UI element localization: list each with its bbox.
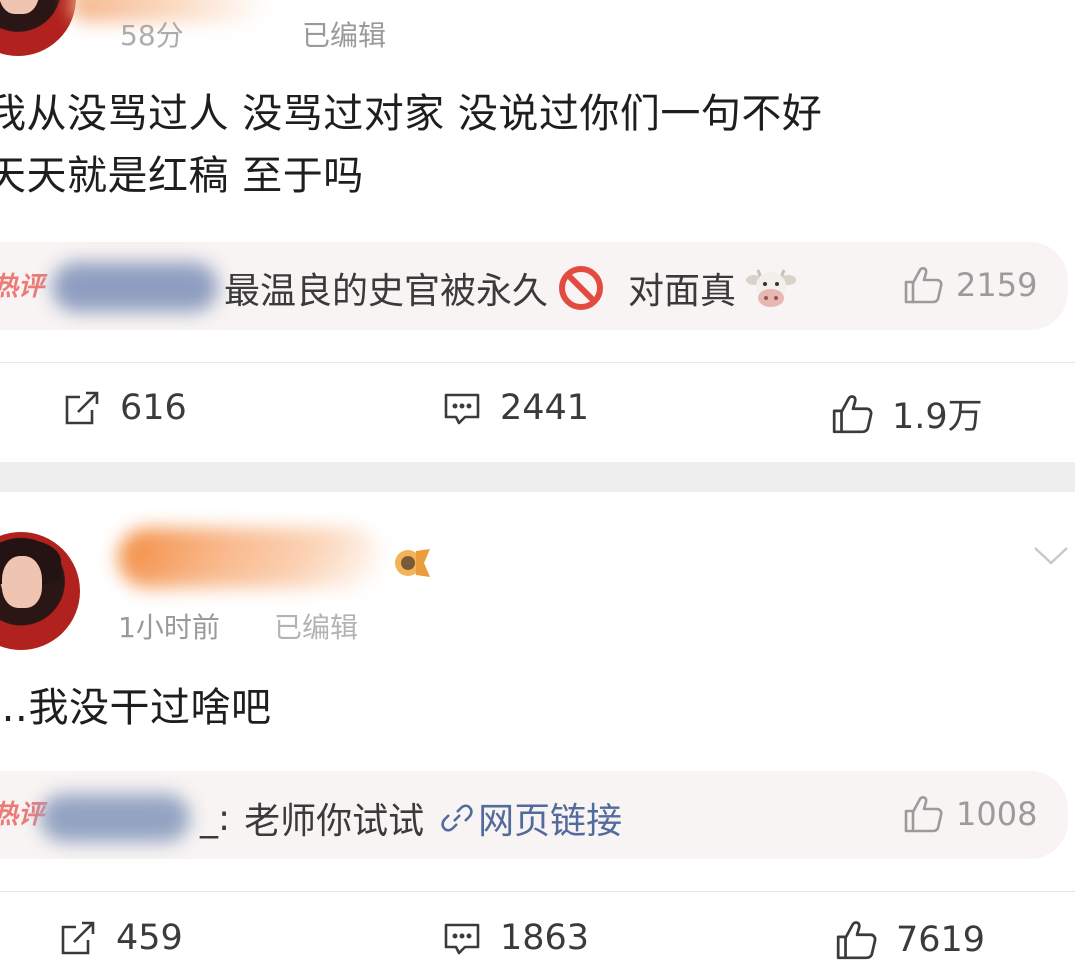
comment-icon [442, 918, 482, 958]
post1-like-button[interactable]: 1.9万 [830, 388, 983, 439]
post1-comment-count: 2441 [500, 388, 590, 428]
post2-divider [0, 891, 1075, 892]
post1-hot-like-count: 2159 [956, 266, 1038, 304]
post2-hot-like-count: 1008 [956, 795, 1038, 833]
post1-divider [0, 362, 1075, 363]
post1-edited-label: 已编辑 [302, 19, 387, 52]
post1-hot-commenter-blurred[interactable] [52, 262, 218, 312]
post2-web-link[interactable]: 网页链接 [440, 792, 622, 844]
thumbs-up-icon [830, 392, 874, 436]
post2-like-button[interactable]: 7619 [834, 918, 985, 962]
post2-hot-commenter-blurred[interactable] [40, 794, 190, 842]
post1-body-line-1: 我从没骂过人 没骂过对家 没说过你们一句不好 [0, 91, 823, 137]
post2-share-button[interactable]: 459 [58, 918, 183, 958]
post1-comment-button[interactable]: 2441 [442, 388, 589, 428]
post2-like-count: 7619 [896, 920, 986, 960]
vip-badge-icon [390, 543, 432, 583]
post1-hot-tag: 热评 [0, 272, 45, 302]
post2-comment-button[interactable]: 1863 [442, 918, 589, 958]
chevron-down-icon[interactable] [1032, 544, 1070, 568]
thumbs-up-icon [834, 918, 878, 962]
post2-username-blurred[interactable] [118, 528, 380, 588]
post1-hot-comment-text-after: 对面真 [628, 271, 737, 312]
post1-hot-like[interactable]: 2159 [902, 264, 1037, 306]
post2-hot-name-suffix: _: [200, 797, 231, 839]
post2-web-link-text: 网页链接 [478, 801, 623, 842]
post1-time: 58分 [120, 19, 184, 52]
post-separator [0, 462, 1075, 492]
post2-avatar[interactable] [0, 532, 80, 650]
prohibited-icon [558, 265, 604, 311]
post1-body-line-2: 天天就是红稿 至于吗 [0, 153, 364, 199]
post1-avatar[interactable] [0, 0, 76, 56]
post2-hot-tag: 热评 [0, 800, 45, 830]
share-icon [62, 388, 102, 428]
cow-face-icon [746, 266, 797, 310]
link-icon [440, 801, 474, 835]
thumbs-up-icon [902, 793, 944, 835]
post2-hot-like[interactable]: 1008 [902, 793, 1037, 835]
post2-body-line-1: …我没干过啥吧 [0, 685, 272, 731]
post1-hot-comment-body: 最温良的史官被永久 对面真 [224, 262, 797, 314]
comment-icon [442, 388, 482, 428]
share-icon [58, 918, 98, 958]
thumbs-up-icon [902, 264, 944, 306]
post1-like-count: 1.9万 [892, 397, 983, 437]
post2-share-count: 459 [116, 918, 183, 958]
post2-edited-label: 已编辑 [274, 611, 359, 644]
post2-hot-comment-text: 老师你试试 [244, 801, 425, 842]
post1-hot-comment-text: 最温良的史官被永久 [224, 271, 549, 312]
post2-comment-count: 1863 [500, 918, 590, 958]
post1-share-count: 616 [120, 388, 187, 428]
post2-hot-comment-body: _: 老师你试试 网页链接 [200, 792, 622, 844]
post2-time: 1小时前 [118, 611, 220, 644]
post1-share-button[interactable]: 616 [62, 388, 187, 428]
